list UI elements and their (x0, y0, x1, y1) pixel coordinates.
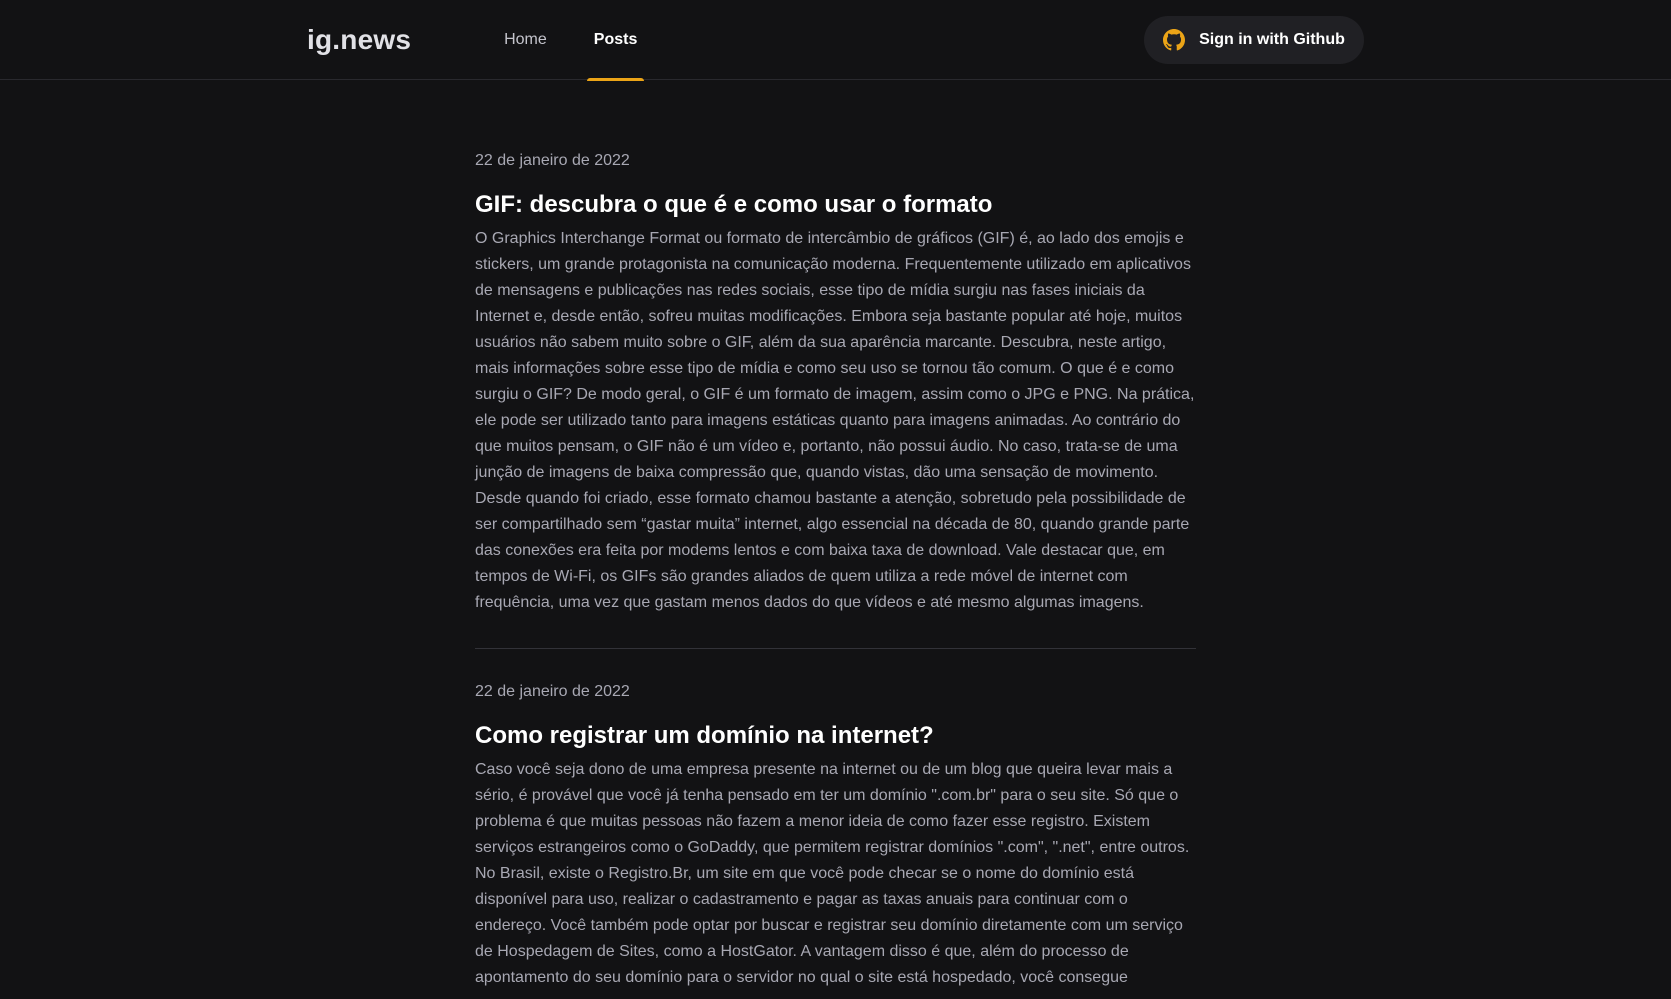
post-date: 22 de janeiro de 2022 (475, 152, 630, 169)
sign-in-github-button[interactable]: Sign in with Github (1144, 16, 1364, 64)
logo[interactable]: ig.news (307, 24, 411, 56)
main-nav: Home Posts (497, 0, 677, 81)
nav-posts[interactable]: Posts (586, 0, 645, 81)
post-title[interactable]: GIF: descubra o que é e como usar o form… (475, 189, 1196, 221)
post-item[interactable]: 22 de janeiro de 2022 Como registrar um … (475, 648, 1196, 991)
post-date: 22 de janeiro de 2022 (475, 683, 630, 700)
nav-home[interactable]: Home (497, 0, 554, 80)
post-excerpt: Caso você seja dono de uma empresa prese… (475, 761, 1190, 986)
header-content: ig.news Home Posts Sign in with Github (307, 0, 1364, 81)
site-header: ig.news Home Posts Sign in with Github (0, 0, 1671, 81)
posts-list: 22 de janeiro de 2022 GIF: descubra o qu… (475, 150, 1196, 991)
post-title[interactable]: Como registrar um domínio na internet? (475, 720, 1196, 752)
sign-in-label: Sign in with Github (1199, 31, 1345, 48)
post-excerpt: O Graphics Interchange Format ou formato… (475, 230, 1195, 611)
github-icon (1163, 29, 1186, 51)
post-item[interactable]: 22 de janeiro de 2022 GIF: descubra o qu… (475, 150, 1196, 616)
